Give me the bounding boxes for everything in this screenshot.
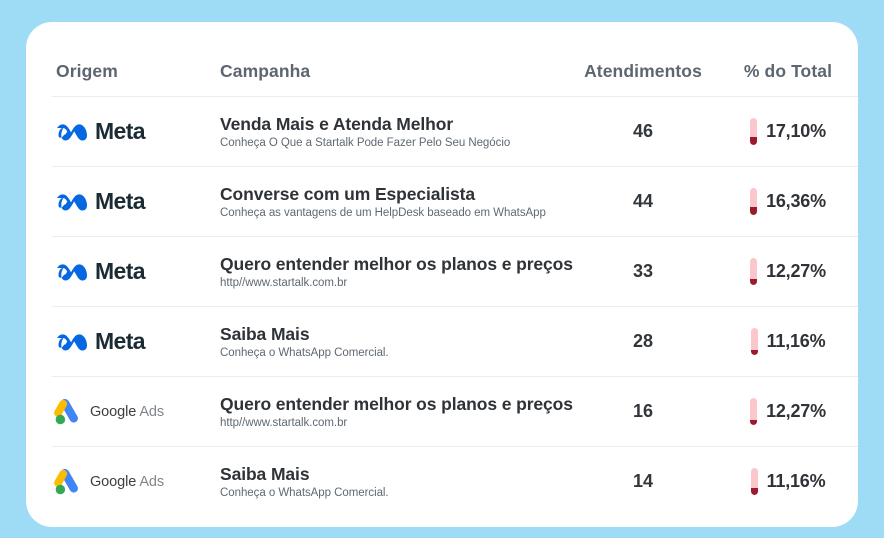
cell-campanha: Saiba Mais Conheça o WhatsApp Comercial. bbox=[220, 324, 568, 359]
table-row[interactable]: Meta Saiba Mais Conheça o WhatsApp Comerc… bbox=[52, 306, 858, 376]
cell-pct-total: 11,16% bbox=[718, 468, 858, 495]
cell-atendimentos: 46 bbox=[632, 121, 654, 141]
cell-pct-total: 17,10% bbox=[718, 118, 858, 145]
cell-campanha: Saiba Mais Conheça o WhatsApp Comercial. bbox=[220, 464, 568, 499]
pct-gauge-fill bbox=[750, 349, 758, 355]
meta-wordmark: Meta bbox=[95, 188, 146, 214]
campaign-title: Quero entender melhor os planos e preços bbox=[220, 393, 573, 414]
table-row[interactable]: Meta Converse com um Especialista Conheça… bbox=[52, 166, 858, 236]
pct-value: 11,16% bbox=[766, 471, 826, 491]
pct-value: 11,16% bbox=[766, 331, 826, 351]
google-ads-logo: Google Ads bbox=[54, 398, 164, 426]
meta-wordmark: Meta bbox=[95, 258, 146, 284]
cell-origem: Meta bbox=[52, 118, 220, 145]
cell-pct-total: 12,27% bbox=[718, 258, 858, 285]
campaign-subtitle: Conheça o WhatsApp Comercial. bbox=[220, 487, 389, 500]
google-ads-logo: Google Ads bbox=[54, 468, 164, 496]
pct-gauge-fill bbox=[750, 207, 758, 215]
pct-value: 17,10% bbox=[766, 121, 826, 141]
google-ads-mark-icon bbox=[54, 398, 85, 426]
cell-atendimentos: 14 bbox=[632, 471, 654, 491]
meta-logo: Meta bbox=[54, 328, 146, 355]
cell-pct-total: 12,27% bbox=[718, 398, 858, 425]
column-header-pct-total: % do Total bbox=[743, 61, 833, 81]
cell-atendimentos: 16 bbox=[632, 401, 654, 421]
campaign-title: Quero entender melhor os planos e preços bbox=[220, 253, 573, 274]
cell-pct-total: 16,36% bbox=[718, 188, 858, 215]
meta-infinity-icon bbox=[54, 191, 88, 213]
campaign-subtitle: http//www.startalk.com.br bbox=[220, 417, 348, 430]
meta-logo: Meta bbox=[54, 118, 146, 145]
pct-gauge-fill bbox=[750, 279, 758, 285]
campaign-title: Saiba Mais bbox=[220, 323, 310, 344]
cell-campanha: Quero entender melhor os planos e preços… bbox=[220, 253, 573, 290]
cell-atendimentos: 28 bbox=[632, 331, 654, 351]
meta-wordmark: Meta bbox=[95, 328, 146, 354]
column-header-campanha: Campanha bbox=[220, 61, 311, 81]
campaign-title: Converse com um Especialista bbox=[220, 183, 475, 204]
campaign-subtitle: Conheça o WhatsApp Comercial. bbox=[220, 347, 389, 360]
table-header-row: Origem Campanha Atendimentos % do Total bbox=[52, 22, 858, 96]
pct-value: 12,27% bbox=[766, 401, 826, 421]
table-body: Meta Venda Mais e Atenda Melhor Conheça O… bbox=[52, 96, 858, 516]
table-row[interactable]: Google Ads Quero entender melhor os plan… bbox=[52, 376, 858, 446]
meta-wordmark: Meta bbox=[95, 118, 146, 144]
table-row[interactable]: Google Ads Saiba Mais Conheça o WhatsApp … bbox=[52, 446, 858, 516]
cell-origem: Meta bbox=[52, 258, 220, 285]
campaign-subtitle: Conheça as vantagens de um HelpDesk base… bbox=[220, 207, 546, 220]
pct-gauge-icon bbox=[750, 468, 758, 495]
pct-gauge-fill bbox=[750, 136, 758, 145]
pct-gauge-icon bbox=[750, 328, 758, 355]
campaign-title: Venda Mais e Atenda Melhor bbox=[220, 113, 454, 134]
pct-gauge-icon bbox=[750, 118, 758, 145]
column-header-atendimentos: Atendimentos bbox=[584, 61, 702, 81]
campaigns-table: Origem Campanha Atendimentos % do Total … bbox=[52, 22, 858, 516]
cell-origem: Google Ads bbox=[52, 398, 220, 426]
cell-atendimentos: 33 bbox=[632, 261, 654, 281]
meta-infinity-icon bbox=[54, 121, 88, 143]
cell-campanha: Venda Mais e Atenda Melhor Conheça O Que … bbox=[220, 114, 568, 149]
meta-infinity-icon bbox=[54, 331, 88, 353]
column-header-origem: Origem bbox=[56, 61, 118, 81]
pct-gauge-icon bbox=[750, 188, 758, 215]
cell-origem: Meta bbox=[52, 188, 220, 215]
pct-value: 16,36% bbox=[766, 191, 826, 211]
meta-logo: Meta bbox=[54, 188, 146, 215]
google-ads-mark-icon bbox=[54, 468, 85, 496]
table-row[interactable]: Meta Venda Mais e Atenda Melhor Conheça O… bbox=[52, 96, 858, 166]
cell-campanha: Converse com um Especialista Conheça as v… bbox=[220, 184, 568, 219]
table-row[interactable]: Meta Quero entender melhor os planos e p… bbox=[52, 236, 858, 306]
pct-gauge-icon bbox=[750, 398, 758, 425]
cell-campanha: Quero entender melhor os planos e preços… bbox=[220, 393, 573, 430]
pct-gauge-fill bbox=[750, 420, 758, 425]
meta-logo: Meta bbox=[54, 258, 146, 285]
pct-gauge-icon bbox=[750, 258, 758, 285]
cell-origem: Meta bbox=[52, 328, 220, 355]
cell-origem: Google Ads bbox=[52, 468, 220, 496]
cell-pct-total: 11,16% bbox=[718, 328, 858, 355]
cell-atendimentos: 44 bbox=[632, 191, 654, 211]
campaign-subtitle: Conheça O Que a Startalk Pode Fazer Pelo… bbox=[220, 137, 511, 150]
pct-value: 12,27% bbox=[766, 261, 826, 281]
campaign-subtitle: http//www.startalk.com.br bbox=[220, 277, 348, 290]
meta-infinity-icon bbox=[54, 261, 88, 283]
report-card: Origem Campanha Atendimentos % do Total … bbox=[26, 22, 858, 527]
campaign-title: Saiba Mais bbox=[220, 463, 310, 484]
google-ads-wordmark: Google Ads bbox=[90, 473, 164, 490]
pct-gauge-fill bbox=[750, 487, 758, 495]
google-ads-wordmark: Google Ads bbox=[90, 403, 164, 420]
